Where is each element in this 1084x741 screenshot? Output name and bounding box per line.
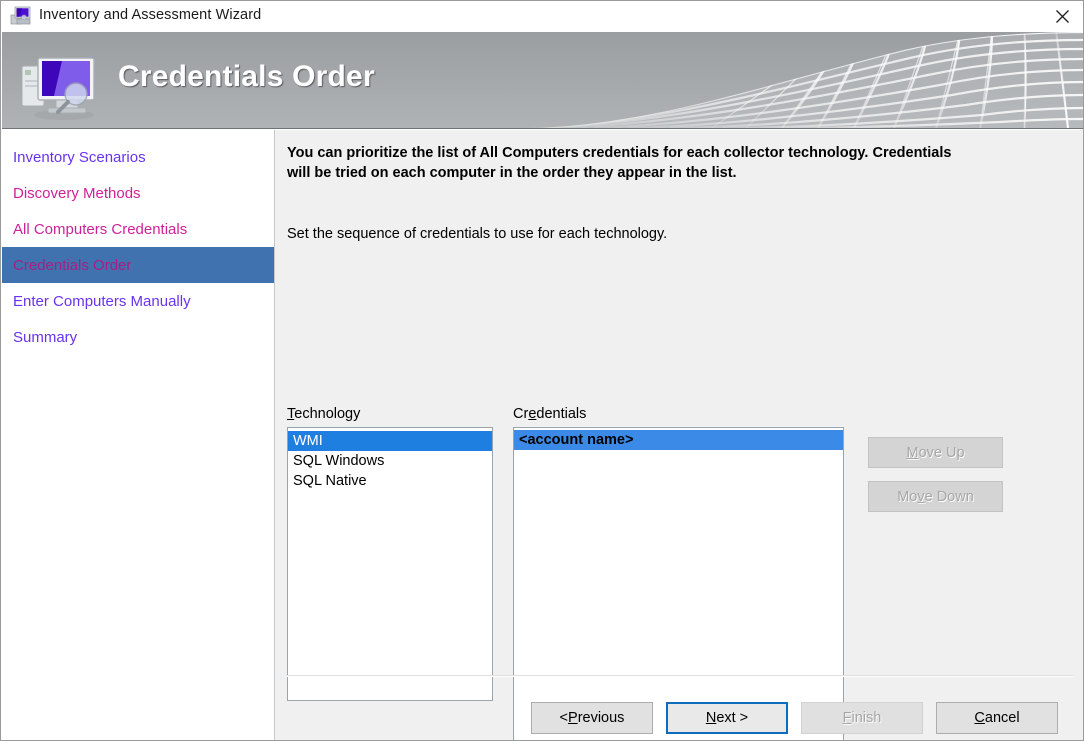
finish-button[interactable]: Finish <box>801 702 923 734</box>
credentials-label-prefix: Cr <box>513 406 529 422</box>
finish-accel: F <box>842 710 852 726</box>
next-suffix: ext > <box>716 710 749 726</box>
banner-mesh-decoration <box>524 32 1083 128</box>
sidebar-item-label: Inventory Scenarios <box>13 148 146 166</box>
previous-accel: P <box>568 710 578 726</box>
content-pane: You can prioritize the list of All Compu… <box>275 130 1083 740</box>
move-up-button[interactable]: Move Up <box>868 437 1003 468</box>
cancel-accel: C <box>974 710 985 726</box>
title-bar: Inventory and Assessment Wizard <box>1 1 1083 32</box>
sidebar-item-label: Discovery Methods <box>13 184 141 202</box>
list-item[interactable]: <account name> <box>514 430 843 450</box>
sidebar-item-label: All Computers Credentials <box>13 220 188 238</box>
move-up-suffix: ove Up <box>918 444 965 461</box>
computer-wizard-icon <box>10 6 32 26</box>
sidebar-item-label: Summary <box>13 328 78 346</box>
page-title: Credentials Order <box>118 60 375 93</box>
close-icon[interactable] <box>1040 1 1083 32</box>
sidebar-item-all-computers-credentials[interactable]: All Computers Credentials <box>2 211 274 247</box>
sidebar-item-enter-computers-manually[interactable]: Enter Computers Manually <box>2 283 274 319</box>
computer-monitor-magnifier-icon <box>18 50 106 122</box>
move-down-prefix: Mo <box>897 488 918 505</box>
sidebar-item-credentials-order[interactable]: Credentials Order <box>2 247 274 283</box>
sidebar-item-label: Enter Computers Manually <box>13 292 191 310</box>
technology-label-suffix: echnology <box>294 406 361 422</box>
list-item[interactable]: SQL Native <box>288 471 492 491</box>
sidebar-item-label: Credentials Order <box>13 256 132 274</box>
wizard-sidebar: Inventory Scenarios Discovery Methods Al… <box>2 130 275 740</box>
intro-subtext: Set the sequence of credentials to use f… <box>287 226 668 242</box>
list-item[interactable]: SQL Windows <box>288 451 492 471</box>
next-button[interactable]: Next > <box>666 702 788 734</box>
sidebar-item-discovery-methods[interactable]: Discovery Methods <box>2 175 274 211</box>
move-down-accel: v <box>917 488 925 505</box>
footer-separator <box>287 675 1073 677</box>
sidebar-item-summary[interactable]: Summary <box>2 319 274 355</box>
intro-heading: You can prioritize the list of All Compu… <box>287 145 952 181</box>
previous-button[interactable]: < Previous <box>531 702 653 734</box>
cancel-button[interactable]: Cancel <box>936 702 1058 734</box>
technology-label: Technology <box>287 406 360 422</box>
cancel-suffix: ancel <box>984 710 1020 726</box>
sidebar-item-inventory-scenarios[interactable]: Inventory Scenarios <box>2 139 274 175</box>
move-down-suffix: e Down <box>924 488 974 505</box>
sidebar-nav-list: Inventory Scenarios Discovery Methods Al… <box>2 130 274 355</box>
finish-suffix: inish <box>851 710 882 726</box>
previous-prefix: < <box>559 710 569 726</box>
credentials-label: Credentials <box>513 406 586 422</box>
window-title: Inventory and Assessment Wizard <box>39 7 262 23</box>
move-up-accel: M <box>906 444 919 461</box>
wizard-window: Inventory and Assessment Wizard Credenti… <box>0 0 1084 741</box>
move-down-button[interactable]: Mo v e Down <box>868 481 1003 512</box>
page-banner: Credentials Order <box>2 32 1083 129</box>
credentials-listbox[interactable]: <account name> <box>513 427 844 740</box>
technology-listbox[interactable]: WMI SQL Windows SQL Native <box>287 427 493 701</box>
previous-suffix: revious <box>577 710 625 726</box>
credentials-label-suffix: dentials <box>536 406 587 422</box>
next-accel: N <box>705 710 717 726</box>
list-item[interactable]: WMI <box>288 431 492 451</box>
